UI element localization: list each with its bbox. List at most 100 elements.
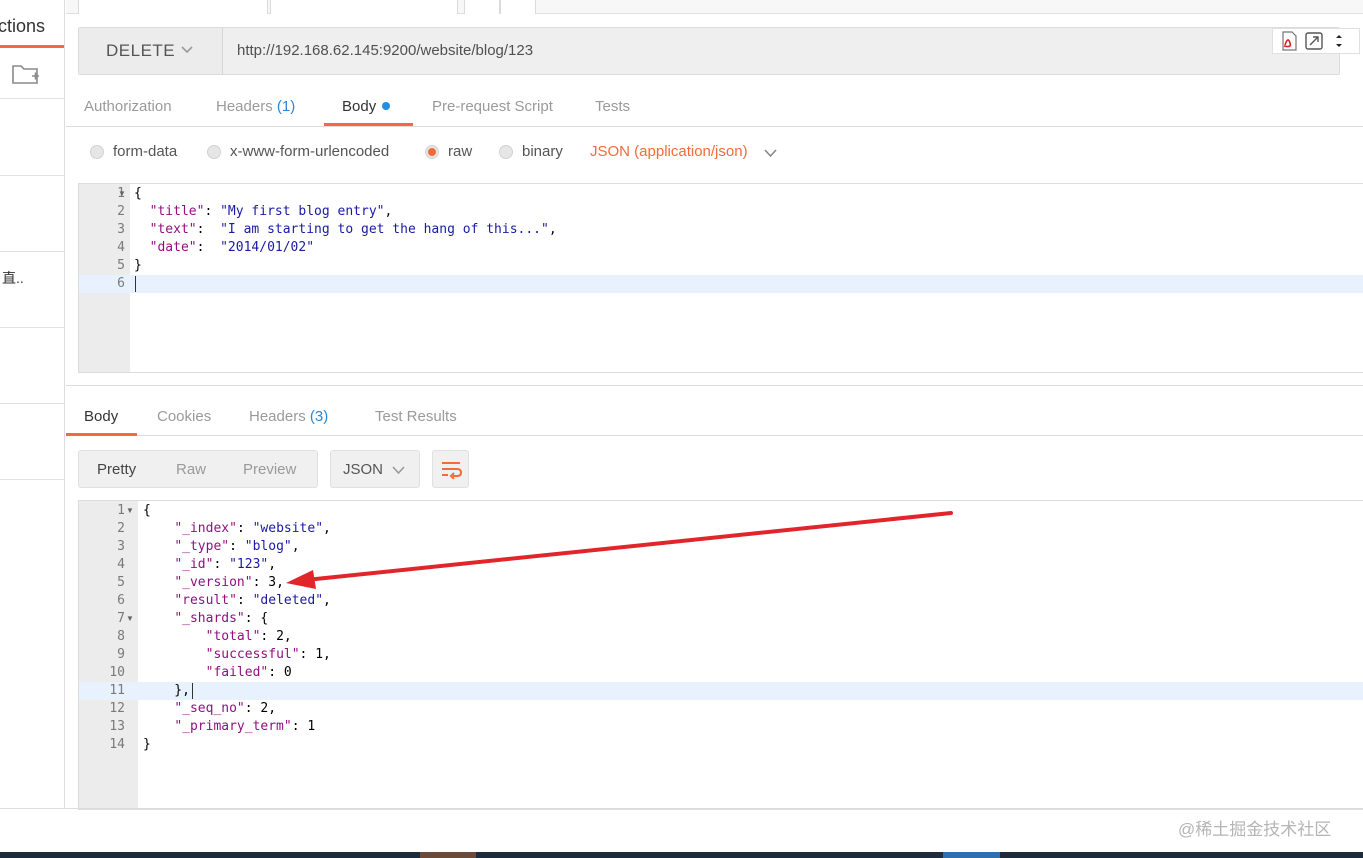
request-tab[interactable] xyxy=(464,0,500,14)
view-mode-segmented: Pretty Raw Preview xyxy=(78,450,318,488)
tab-label: Body xyxy=(84,408,119,425)
radio-circle-selected xyxy=(425,144,439,159)
radio-label: x-www-form-urlencoded xyxy=(230,143,390,160)
line-number: 10 xyxy=(109,665,125,680)
sidebar: ctions 直.. xyxy=(0,0,65,808)
wrap-lines-button[interactable] xyxy=(432,450,469,488)
active-tab-underline xyxy=(324,123,413,126)
tab-cookies[interactable]: Cookies xyxy=(157,408,211,425)
modified-dot-icon xyxy=(382,102,391,110)
request-tabs: Authorization Headers (1) Body Pre-reque… xyxy=(66,88,1363,127)
divider xyxy=(0,98,64,99)
new-folder-icon[interactable] xyxy=(10,60,42,88)
radio-raw[interactable]: raw xyxy=(425,143,472,160)
app-window: ctions 直.. DELETE http://192.168.62.145:… xyxy=(0,0,1363,858)
line-number: 2 xyxy=(117,521,125,536)
tab-response-headers[interactable]: Headers (3) xyxy=(249,408,328,425)
tab-response-body[interactable]: Body xyxy=(84,408,118,425)
divider xyxy=(0,479,64,480)
divider xyxy=(0,175,64,176)
wrap-lines-icon xyxy=(441,462,462,479)
sidebar-tab-underline xyxy=(0,45,64,48)
divider xyxy=(0,327,64,328)
expand-icon[interactable] xyxy=(1304,31,1324,51)
radio-x-www-form-urlencoded[interactable]: x-www-form-urlencoded xyxy=(207,143,389,160)
tab-headers[interactable]: Headers (1) xyxy=(216,98,295,115)
divider xyxy=(0,251,64,252)
tab-test-results[interactable]: Test Results xyxy=(375,408,457,425)
taskbar-item[interactable] xyxy=(420,852,476,858)
radio-label: raw xyxy=(448,143,473,160)
tab-label: Body xyxy=(342,98,377,115)
taskbar-item[interactable] xyxy=(943,852,1000,858)
view-raw-button[interactable]: Raw xyxy=(176,461,206,478)
view-pretty-button[interactable]: Pretty xyxy=(97,461,136,478)
response-body-viewer[interactable]: 1 2 3 4 5 6 7 8 9 10 11 12 13 14 ▼ ▼ { "_index": "web… xyxy=(78,500,1363,810)
request-tab[interactable] xyxy=(500,0,536,14)
line-number: 12 xyxy=(109,701,125,716)
radio-label: binary xyxy=(522,143,563,160)
radio-form-data[interactable]: form-data xyxy=(90,143,177,160)
request-tab-strip xyxy=(66,0,1363,14)
radio-circle xyxy=(207,144,221,159)
tab-label: Pre-request Script xyxy=(432,98,553,115)
tab-pre-request-script[interactable]: Pre-request Script xyxy=(432,98,553,115)
tab-label: Cookies xyxy=(157,408,212,425)
response-divider xyxy=(66,385,1363,386)
tab-label: Test Results xyxy=(375,408,457,425)
radio-binary[interactable]: binary xyxy=(499,143,563,160)
divider xyxy=(0,403,64,404)
fold-arrow-icon[interactable]: ▼ xyxy=(118,185,126,203)
method-label: DELETE xyxy=(106,41,176,60)
fold-arrow-icon[interactable]: ▼ xyxy=(126,610,134,628)
request-tab-active[interactable] xyxy=(270,0,458,14)
tab-body[interactable]: Body xyxy=(342,98,391,115)
tab-label: Headers xyxy=(249,408,306,425)
method-dropdown[interactable]: DELETE xyxy=(79,28,223,74)
line-number: 11 xyxy=(109,683,125,698)
tab-tests[interactable]: Tests xyxy=(595,98,630,115)
line-number: 14 xyxy=(109,737,125,752)
scroll-updown-icon[interactable] xyxy=(1329,31,1349,51)
content-type-dropdown[interactable]: JSON (application/json) xyxy=(590,143,748,160)
url-input[interactable]: http://192.168.62.145:9200/website/blog/… xyxy=(237,42,533,59)
url-bar: DELETE http://192.168.62.145:9200/websit… xyxy=(78,27,1340,75)
chevron-down-icon[interactable] xyxy=(763,146,778,161)
view-preview-button[interactable]: Preview xyxy=(243,461,296,478)
tab-label: Authorization xyxy=(84,98,172,115)
request-tab[interactable] xyxy=(78,0,268,14)
tab-label: Headers xyxy=(216,98,273,115)
line-number: 6 xyxy=(117,276,125,291)
fold-arrow-icon[interactable]: ▼ xyxy=(126,502,134,520)
watermark: @稀土掘金技术社区 xyxy=(1178,820,1332,839)
radio-circle xyxy=(499,144,513,159)
line-number: 2 xyxy=(117,204,125,219)
status-divider xyxy=(0,808,1363,809)
tab-authorization[interactable]: Authorization xyxy=(84,98,172,115)
chevron-down-icon xyxy=(392,466,405,475)
headers-count: (1) xyxy=(276,98,296,115)
line-number: 8 xyxy=(117,629,125,644)
line-number: 4 xyxy=(117,557,125,572)
sidebar-tab-collections[interactable]: ctions xyxy=(0,16,45,37)
os-taskbar xyxy=(0,852,1363,858)
response-tabs: Body Cookies Headers (3) Test Results xyxy=(66,398,1363,436)
format-label: JSON xyxy=(343,461,384,478)
sidebar-item-label[interactable]: 直.. xyxy=(2,268,24,288)
request-body-editor[interactable]: 1 ▼ 2 3 4 5 6 { "title": "My first blog … xyxy=(78,183,1363,373)
line-number: 6 xyxy=(117,593,125,608)
pdf-icon[interactable] xyxy=(1279,31,1299,51)
line-number: 3 xyxy=(117,222,125,237)
format-dropdown[interactable]: JSON xyxy=(330,450,420,488)
line-number: 4 xyxy=(117,240,125,255)
radio-label: form-data xyxy=(113,143,178,160)
body-type-selector: form-data x-www-form-urlencoded raw bina… xyxy=(66,136,1363,172)
line-number: 3 xyxy=(117,539,125,554)
line-number: 9 xyxy=(117,647,125,662)
request-body-code: { "title": "My first blog entry", "text"… xyxy=(134,186,557,273)
text-cursor xyxy=(135,276,136,292)
line-number: 7 xyxy=(117,611,125,626)
line-number: 13 xyxy=(109,719,125,734)
extension-toolbar xyxy=(1272,28,1360,54)
text-cursor xyxy=(192,683,193,699)
